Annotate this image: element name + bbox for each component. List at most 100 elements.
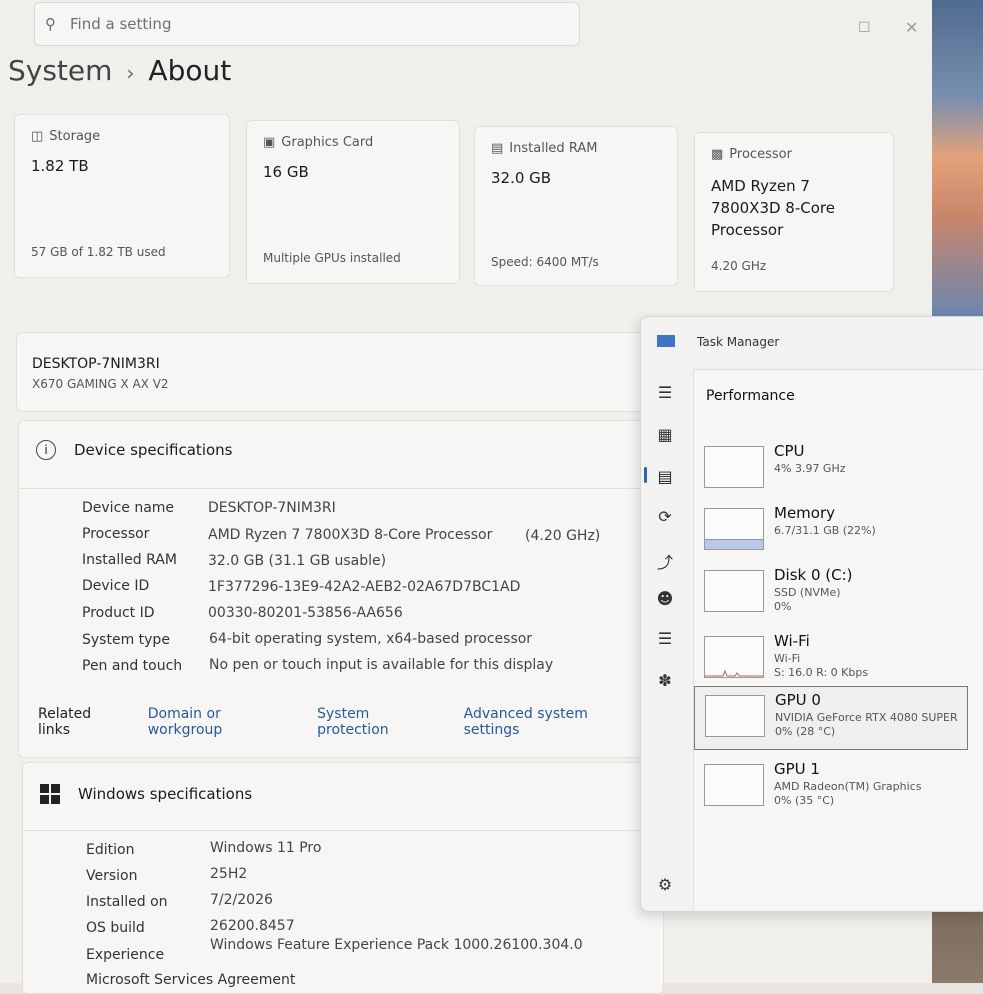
processor-sub: 4.20 GHz [711, 259, 767, 273]
device-specs-title: Device specifications [74, 441, 233, 459]
search-icon: ⚲ [45, 15, 56, 33]
spec-val-processor-speed[interactable]: (4.20 GHz) [525, 528, 600, 544]
performance-pane: Performance CPU 4% 3.97 GHz Memory 6.7/3… [693, 369, 983, 910]
perf-item-gpu1[interactable]: GPU 1 AMD Radeon(TM) Graphics 0% (35 °C) [694, 756, 966, 818]
cpu-graph [704, 446, 764, 488]
storage-card[interactable]: ◫ Storage 1.82 TB 57 GB of 1.82 TB used [14, 114, 230, 278]
users-icon[interactable]: ☻ [655, 589, 675, 608]
close-button[interactable]: ✕ [905, 18, 918, 37]
ram-value: 32.0 GB [491, 169, 552, 187]
spec-key-product-id: Product ID [82, 605, 155, 621]
spec-key-device-name: Device name [82, 500, 175, 516]
win-key-version: Version [86, 868, 138, 884]
perf-item-memory[interactable]: Memory 6.7/31.1 GB (22%) [694, 500, 966, 562]
win-key-edition: Edition [86, 842, 135, 858]
spec-key-pen-touch: Pen and touch [82, 658, 183, 674]
spec-key-device-id: Device ID [82, 578, 150, 594]
graphics-label-text: Graphics Card [281, 135, 374, 150]
processes-icon[interactable]: ▦ [655, 425, 675, 444]
spec-val-system-type[interactable]: 64-bit operating system, x64-based proce… [209, 631, 532, 647]
device-board: X670 GAMING X AX V2 [32, 377, 169, 391]
spec-val-ram[interactable]: 32.0 GB (31.1 GB usable) [208, 553, 386, 569]
storage-card-label: ◫ Storage [31, 129, 100, 144]
related-links-label: Related links [38, 706, 92, 738]
win-key-os-build: OS build [86, 920, 145, 936]
spec-val-pen-touch[interactable]: No pen or touch input is available for t… [209, 657, 553, 673]
windows-logo-icon [40, 784, 60, 804]
spec-val-device-id[interactable]: 1F377296-13E9-42A2-AEB2-02A67D7BC1AD [208, 579, 520, 595]
memory-graph-fill [705, 539, 763, 549]
performance-icon[interactable]: ▤ [655, 467, 675, 486]
perf-item-detail: SSD (NVMe) [774, 586, 841, 599]
win-val-installed-on[interactable]: 7/2/2026 [210, 892, 273, 908]
perf-item-name: Wi-Fi [774, 632, 810, 650]
startup-apps-icon[interactable]: ⤴ [655, 549, 675, 573]
ram-sub: Speed: 6400 MT/s [491, 255, 599, 269]
spec-key-system-type: System type [82, 632, 170, 648]
perf-item-name: Disk 0 (C:) [774, 566, 853, 584]
task-manager-title: Task Manager [697, 335, 780, 349]
perf-item-detail: 6.7/31.1 GB (22%) [774, 524, 876, 537]
settings-gear-icon[interactable]: ⚙ [655, 875, 675, 894]
gpu-icon: ▣ [263, 135, 276, 150]
services-icon[interactable]: ✽ [655, 671, 675, 690]
storage-sub: 57 GB of 1.82 TB used [31, 245, 166, 259]
win-val-os-build[interactable]: 26200.8457 [210, 918, 295, 934]
perf-item-cpu[interactable]: CPU 4% 3.97 GHz [694, 438, 966, 500]
wifi-graph-line [705, 669, 763, 677]
breadcrumb-system[interactable]: System [8, 54, 112, 87]
spec-val-product-id[interactable]: 00330-80201-53856-AA656 [208, 605, 403, 621]
divider [24, 830, 644, 831]
disk-graph [704, 570, 764, 612]
win-key-installed-on: Installed on [86, 894, 168, 910]
device-name-panel[interactable] [16, 332, 658, 412]
graphics-value: 16 GB [263, 163, 309, 181]
perf-item-detail: NVIDIA GeForce RTX 4080 SUPER [775, 711, 958, 724]
storage-value: 1.82 TB [31, 157, 89, 175]
related-links-bar: Related links Domain or workgroup System… [20, 696, 640, 748]
graphics-card[interactable]: ▣ Graphics Card 16 GB Multiple GPUs insta… [246, 120, 460, 284]
search-box[interactable]: ⚲ Find a setting [34, 2, 580, 46]
perf-item-detail-2: 0% (28 °C) [775, 725, 836, 738]
perf-item-gpu0[interactable]: GPU 0 NVIDIA GeForce RTX 4080 SUPER 0% (… [694, 686, 968, 750]
spec-val-processor[interactable]: AMD Ryzen 7 7800X3D 8-Core Processor [208, 527, 492, 543]
perf-item-wifi[interactable]: Wi-Fi Wi-Fi S: 16.0 R: 0 Kbps [694, 628, 966, 690]
app-history-icon[interactable]: ⟳ [655, 507, 675, 526]
win-val-version[interactable]: 25H2 [210, 866, 247, 882]
storage-icon: ◫ [31, 129, 44, 144]
perf-item-disk[interactable]: Disk 0 (C:) SSD (NVMe) 0% [694, 562, 966, 624]
nav-selected-indicator [644, 467, 647, 483]
perf-item-name: Memory [774, 504, 836, 522]
maximize-button[interactable]: ☐ [858, 20, 871, 36]
spec-val-device-name[interactable]: DESKTOP-7NIM3RI [208, 500, 336, 516]
win-val-edition[interactable]: Windows 11 Pro [210, 840, 321, 856]
windows-specs-title: Windows specifications [78, 785, 253, 803]
info-icon: i [36, 440, 56, 460]
perf-item-name: GPU 0 [775, 691, 821, 709]
win-val-experience[interactable]: Windows Feature Experience Pack 1000.261… [210, 937, 583, 953]
spec-key-ram: Installed RAM [82, 552, 177, 568]
link-advanced-system-settings[interactable]: Advanced system settings [464, 706, 640, 738]
wifi-graph [704, 636, 764, 678]
ram-card[interactable]: ▤ Installed RAM 32.0 GB Speed: 6400 MT/s [474, 126, 678, 286]
ram-label-text: Installed RAM [509, 141, 598, 156]
link-system-protection[interactable]: System protection [317, 706, 440, 738]
ram-icon: ▤ [491, 141, 504, 156]
processor-value: AMD Ryzen 7 7800X3D 8-Core Processor [711, 177, 835, 239]
link-domain-workgroup[interactable]: Domain or workgroup [148, 706, 293, 738]
performance-heading: Performance [706, 388, 795, 404]
gpu1-graph [704, 764, 764, 806]
details-icon[interactable]: ☰ [655, 629, 675, 648]
device-specs-header[interactable]: i Device specifications [36, 440, 232, 460]
processor-icon: ▩ [711, 147, 724, 162]
perf-item-detail: Wi-Fi [774, 652, 801, 665]
task-manager-logo-icon [657, 335, 675, 347]
perf-item-detail-2: 0% (35 °C) [774, 794, 835, 807]
processor-label-text: Processor [729, 147, 792, 162]
windows-specs-header[interactable]: Windows specifications [40, 784, 252, 804]
gpu0-graph [705, 695, 765, 737]
hamburger-menu-icon[interactable]: ☰ [655, 383, 675, 402]
processor-card[interactable]: ▩ Processor AMD Ryzen 7 7800X3D 8-Core Pr… [694, 132, 894, 292]
win-key-msa[interactable]: Microsoft Services Agreement [86, 972, 295, 988]
perf-item-detail-2: 0% [774, 600, 792, 613]
